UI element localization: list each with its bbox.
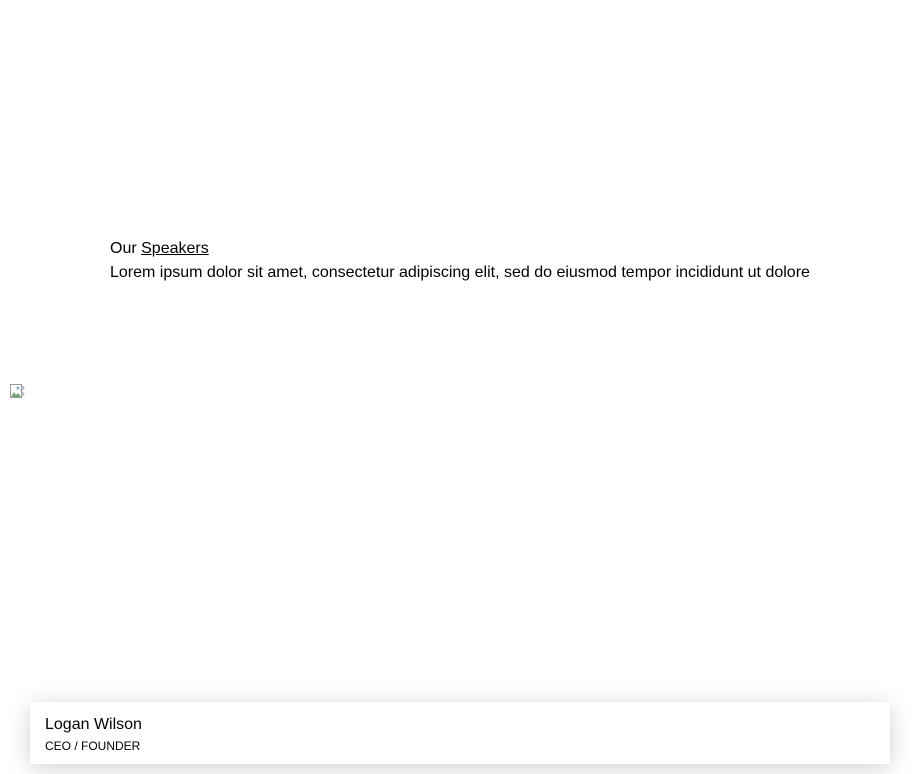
speakers-section-header: Our Speakers Lorem ipsum dolor sit amet,…	[110, 238, 890, 285]
speakers-page: Our Speakers Lorem ipsum dolor sit amet,…	[0, 0, 920, 774]
broken-image-icon	[10, 384, 25, 398]
section-intro: Lorem ipsum dolor sit amet, consectetur …	[110, 264, 810, 281]
section-title: Our Speakers	[110, 238, 890, 260]
section-title-prefix: Our	[110, 240, 137, 257]
speaker-card[interactable]: Logan Wilson CEO / FOUNDER	[30, 702, 890, 764]
speaker-name: Logan Wilson	[45, 716, 142, 733]
speaker-role: CEO / FOUNDER	[45, 739, 141, 753]
speakers-link[interactable]: Speakers	[141, 240, 209, 257]
